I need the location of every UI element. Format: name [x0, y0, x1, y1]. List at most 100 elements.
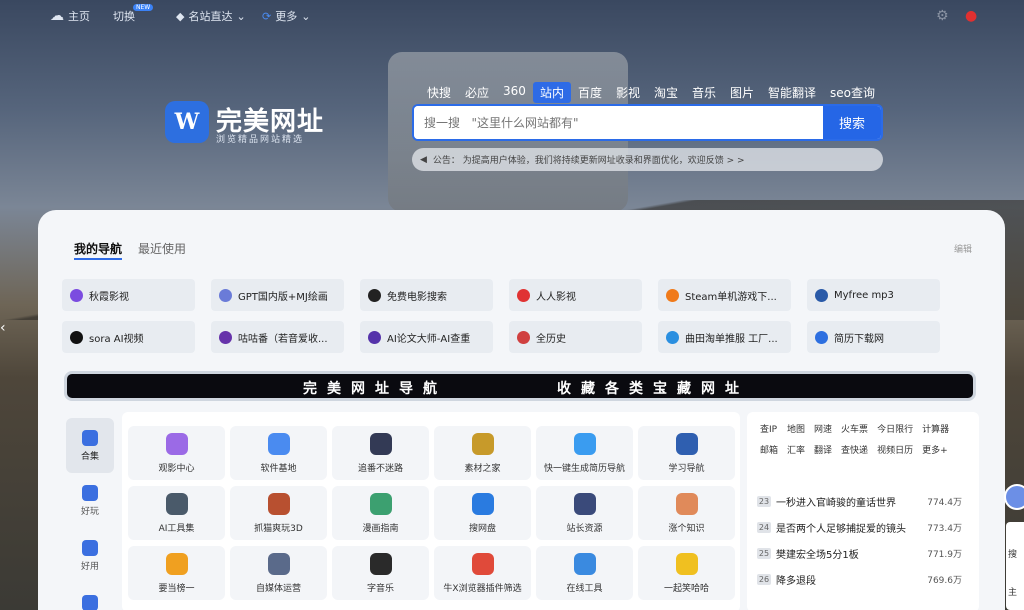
app-tile[interactable]: 学习导航: [638, 426, 735, 480]
hot-value: 774.4万: [927, 497, 962, 508]
app-tile[interactable]: 要当榜一: [128, 546, 225, 600]
search-tab[interactable]: 影视: [609, 82, 647, 103]
search-tab[interactable]: 站内: [532, 82, 571, 103]
tool-link[interactable]: 汇率: [787, 443, 805, 456]
notice-bar[interactable]: ◀ 公告： 为提高用户体验，我们将持续更新网址收录和界面优化，欢迎反馈 > >: [412, 148, 883, 171]
tool-link[interactable]: 邮箱: [760, 443, 778, 456]
favorite-item[interactable]: GPT国内版+MJ绘画: [211, 279, 344, 311]
banner-right-text: 收藏各类宝藏网址: [557, 381, 749, 397]
app-icon: [165, 492, 188, 515]
sidebar-item[interactable]: 好用: [66, 528, 114, 583]
tool-link[interactable]: 更多+: [922, 443, 949, 456]
favorite-item[interactable]: Steam单机游戏下...: [658, 279, 791, 311]
tool-link[interactable]: 今日限行: [877, 422, 913, 435]
promo-banner[interactable]: 完美网址导航 收藏各类宝藏网址: [64, 371, 976, 401]
app-tile[interactable]: 软件基地: [230, 426, 327, 480]
sidebar-item[interactable]: 电影: [66, 583, 114, 610]
app-grid: 观影中心 软件基地 追番不迷路 素材之家 快一键生成简历导航 学习导航 AI工具集 抓猫爽玩3…: [128, 426, 735, 600]
app-tile[interactable]: 漫画指南: [332, 486, 429, 540]
search-tab[interactable]: 必应: [458, 82, 496, 103]
banner-left-text: 完美网址导航: [303, 381, 447, 397]
sidebar-item[interactable]: 合集: [66, 418, 114, 473]
app-label: 漫画指南: [362, 523, 399, 534]
tab-my-nav[interactable]: 我的导航: [74, 240, 123, 260]
tool-link[interactable]: 视频日历: [877, 443, 913, 456]
favorite-item[interactable]: 免费电影搜索: [360, 279, 493, 311]
favorite-item[interactable]: 人人影视: [509, 279, 642, 311]
app-icon: [267, 552, 290, 575]
favorite-item[interactable]: 咕咕番（若音爱收...: [211, 321, 344, 353]
edit-link[interactable]: 编辑: [954, 242, 972, 255]
sidebar-item[interactable]: 好玩: [66, 473, 114, 528]
hot-row[interactable]: 25 樊建宏全场5分1板 771.9万: [757, 540, 962, 566]
favorite-item[interactable]: 简历下载网: [807, 321, 940, 353]
sidebar-label: 合集: [80, 451, 99, 462]
hot-row[interactable]: 24 是否两个人足够捕捉爱的镜头 773.4万: [757, 514, 962, 540]
app-tile[interactable]: 涨个知识: [638, 486, 735, 540]
favorite-item[interactable]: sora AI视频: [62, 321, 195, 353]
search-button[interactable]: 搜索: [823, 106, 881, 139]
hot-rank: 24: [757, 521, 771, 533]
app-tile[interactable]: 站长资源: [536, 486, 633, 540]
hot-row[interactable]: 23 一秒进入官崎骏的童话世界 774.4万: [757, 488, 962, 514]
search-tab[interactable]: seo查询: [823, 82, 882, 103]
tab-recent[interactable]: 最近使用: [138, 240, 186, 257]
search-tab[interactable]: 百度: [571, 82, 609, 103]
app-tile[interactable]: 搜网盘: [434, 486, 531, 540]
tool-link[interactable]: 网速: [814, 422, 832, 435]
search-tab[interactable]: 图片: [723, 82, 761, 103]
tool-link[interactable]: 查快递: [841, 443, 868, 456]
edge-panel[interactable]: 搜 主: [1006, 522, 1024, 610]
category-icon: [82, 539, 98, 556]
more-label: 更多: [275, 10, 298, 23]
qq-icon[interactable]: ●: [965, 8, 977, 24]
chevron-down-icon: ⌄: [301, 9, 311, 23]
app-tile[interactable]: 牛X浏览器插件筛选: [434, 546, 531, 600]
app-label: 要当榜一: [158, 583, 195, 594]
favorite-item[interactable]: Myfree mp3: [807, 279, 940, 311]
favorite-label: 咕咕番（若音爱收...: [238, 333, 328, 345]
more-link[interactable]: ⟳ 更多 ⌄: [262, 8, 310, 24]
gear-icon[interactable]: ⚙: [936, 8, 949, 24]
search-tab[interactable]: 智能翻译: [761, 82, 823, 103]
logo-icon[interactable]: W: [165, 101, 209, 143]
cloud-icon: ☁: [50, 8, 64, 24]
category-icon: [82, 594, 98, 610]
tool-link[interactable]: 查IP: [760, 422, 778, 435]
app-tile[interactable]: 字音乐: [332, 546, 429, 600]
app-tile[interactable]: 一起笑哈哈: [638, 546, 735, 600]
app-tile[interactable]: AI工具集: [128, 486, 225, 540]
favorite-item[interactable]: 全历史: [509, 321, 642, 353]
site-icon: [368, 330, 381, 344]
app-tile[interactable]: 观影中心: [128, 426, 225, 480]
mingzhan-link[interactable]: ◆ 名站直达 ⌄: [176, 8, 246, 24]
app-tile[interactable]: 在线工具: [536, 546, 633, 600]
search-input[interactable]: [414, 106, 823, 139]
hot-value: 771.9万: [927, 549, 962, 560]
home-link[interactable]: ☁ 主页: [50, 8, 90, 24]
search-tab[interactable]: 快搜: [420, 82, 458, 103]
app-tile[interactable]: 追番不迷路: [332, 426, 429, 480]
search-tab[interactable]: 音乐: [685, 82, 723, 103]
tool-link[interactable]: 地图: [787, 422, 805, 435]
app-tile[interactable]: 快一键生成简历导航: [536, 426, 633, 480]
tool-link[interactable]: 计算器: [922, 422, 949, 435]
search-tab[interactable]: 淘宝: [647, 82, 685, 103]
favorite-item[interactable]: AI论文大师-AI查重: [360, 321, 493, 353]
tool-link[interactable]: 火车票: [841, 422, 868, 435]
favorite-label: AI论文大师-AI查重: [387, 333, 471, 345]
search-tab[interactable]: 360: [496, 82, 533, 103]
favorite-label: 人人影视: [536, 291, 576, 303]
app-tile[interactable]: 素材之家: [434, 426, 531, 480]
app-tile[interactable]: 抓猫爽玩3D: [230, 486, 327, 540]
tool-link[interactable]: 翻译: [814, 443, 832, 456]
chevron-left-icon[interactable]: ‹: [0, 320, 6, 336]
hot-title: 一秒进入官崎骏的童话世界: [776, 497, 896, 509]
hot-title: 樊建宏全场5分1板: [776, 549, 859, 561]
assistant-icon[interactable]: [1004, 484, 1024, 510]
app-tile[interactable]: 自媒体运营: [230, 546, 327, 600]
favorite-item[interactable]: 秋霞影视: [62, 279, 195, 311]
favorite-item[interactable]: 曲田淘单推服 工厂...: [658, 321, 791, 353]
hot-row[interactable]: 26 降多退段 769.6万: [757, 566, 962, 592]
switch-link[interactable]: 切换 NEW: [113, 4, 154, 24]
